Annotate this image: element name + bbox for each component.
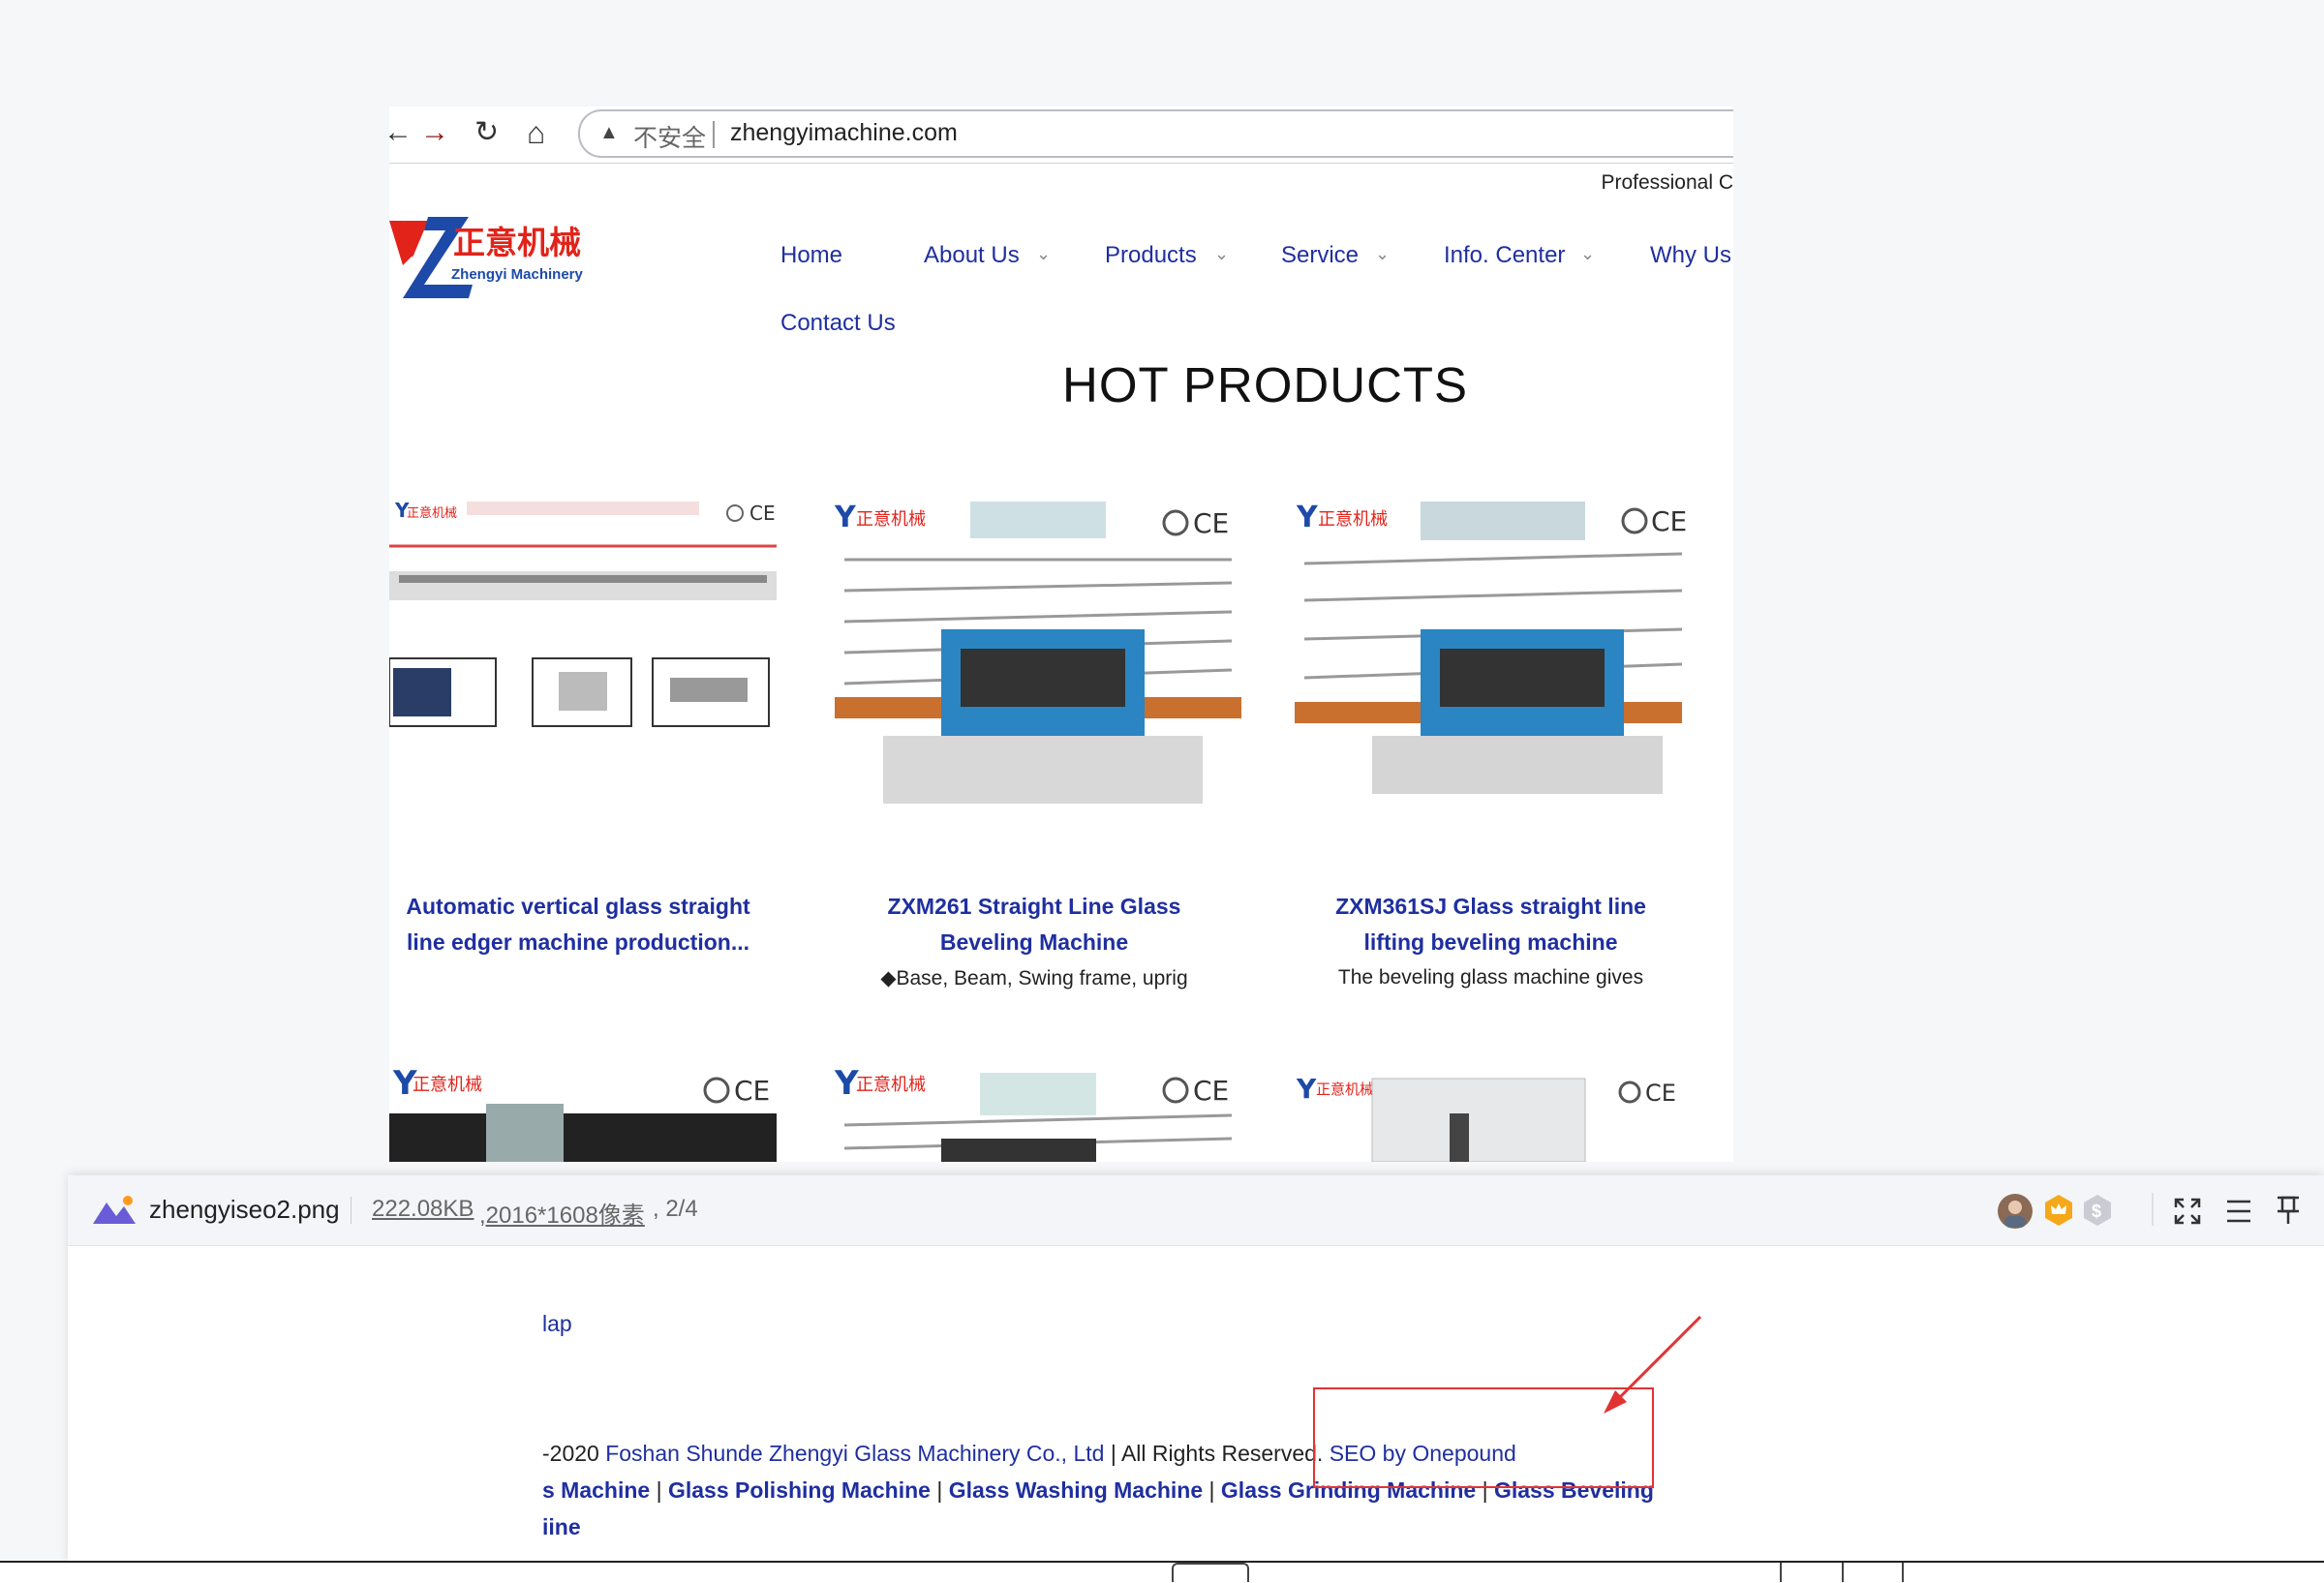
forward-button[interactable]: → — [420, 118, 449, 147]
home-button[interactable]: ⌂ — [527, 117, 545, 148]
product-title-2-line2[interactable]: Beveling Machine — [825, 925, 1243, 960]
product-image-6[interactable]: Y 正意机械 CE — [1285, 959, 1697, 1162]
product-title-1-line1[interactable]: Automatic vertical glass straight — [389, 889, 767, 925]
os-taskbar-strip — [0, 1561, 2324, 1583]
viewer-filesize[interactable]: 222.08KB — [372, 1196, 474, 1223]
back-button[interactable]: ← — [389, 118, 413, 147]
site-tagline: Professional C — [1601, 171, 1733, 194]
product-image-3[interactable]: Y 正意机械 CE — [1285, 494, 1697, 842]
svg-text:正意机械: 正意机械 — [856, 1075, 926, 1095]
svg-text:CE: CE — [1651, 505, 1687, 537]
menu-icon[interactable] — [2225, 1199, 2252, 1224]
nav-service[interactable]: Service — [1281, 242, 1359, 269]
svg-text:正意机械: 正意机械 — [407, 505, 457, 521]
website-screenshot: ← → ↻ ⌂ ▲ 不安全 zhengyimachine.com Profess… — [389, 107, 1733, 1162]
image-viewer-window: zhengyiseo2.png 222.08KB ,2016*1608像素 , … — [68, 1175, 2324, 1563]
keyword-link[interactable]: Glass Washing Machine — [949, 1477, 1203, 1503]
keyword-separator: | — [656, 1477, 662, 1503]
viewer-dimensions[interactable]: ,2016*1608像素 — [479, 1196, 645, 1230]
url-divider — [713, 121, 715, 148]
coin-badge-icon[interactable]: $ — [2082, 1193, 2113, 1228]
avatar-icon[interactable] — [1997, 1193, 2034, 1230]
image-viewer-logo-icon — [93, 1196, 136, 1224]
taskbar-divider — [1902, 1563, 1904, 1582]
address-bar[interactable]: ▲ 不安全 zhengyimachine.com — [578, 109, 1733, 158]
taskbar-tab[interactable] — [1172, 1563, 1249, 1582]
svg-text:Y: Y — [1296, 501, 1319, 534]
svg-text:CE: CE — [734, 1075, 770, 1107]
svg-text:正意机械: 正意机械 — [856, 509, 926, 530]
product-title-2-line1[interactable]: ZXM261 Straight Line Glass — [825, 889, 1243, 925]
fullscreen-icon[interactable] — [2173, 1197, 2202, 1226]
chevron-down-icon[interactable]: ⌄ — [1214, 244, 1229, 264]
nav-why-us[interactable]: Why Us — [1650, 242, 1731, 269]
rights-text: | All Rights Reserved. — [1104, 1441, 1330, 1466]
company-link[interactable]: Foshan Shunde Zhengyi Glass Machinery Co… — [605, 1441, 1104, 1466]
chevron-down-icon[interactable]: ⌄ — [1580, 244, 1595, 264]
logo-chinese-text: 正意机械 — [453, 224, 581, 261]
header-divider — [2152, 1193, 2154, 1226]
nav-info-center[interactable]: Info. Center — [1444, 242, 1565, 269]
product-image-2[interactable]: Y 正意机械 CE — [825, 494, 1243, 842]
company-logo[interactable]: 正意机械 Zhengyi Machinery — [389, 215, 597, 300]
partial-sitemap-link[interactable]: lap — [542, 1311, 572, 1337]
product-title-3-line2[interactable]: lifting beveling machine — [1285, 925, 1697, 960]
svg-text:正意机械: 正意机械 — [413, 1075, 482, 1095]
url-text[interactable]: zhengyimachine.com — [730, 119, 958, 147]
viewer-page-index: , 2/4 — [653, 1196, 698, 1222]
chevron-down-icon[interactable]: ⌄ — [1036, 244, 1051, 264]
svg-text:CE: CE — [749, 502, 776, 525]
product-image-4[interactable]: Y 正意机械 CE — [389, 959, 777, 1162]
toolbar-divider — [389, 163, 1733, 164]
chevron-down-icon[interactable]: ⌄ — [1375, 244, 1390, 264]
reload-button[interactable]: ↻ — [474, 118, 499, 147]
product-title-3-line1[interactable]: ZXM361SJ Glass straight line — [1285, 889, 1697, 925]
nav-about-us[interactable]: About Us — [924, 242, 1020, 269]
viewer-filename: zhengyiseo2.png — [149, 1195, 340, 1224]
product-image-5[interactable]: Y 正意机械 CE — [825, 959, 1243, 1162]
svg-text:CE: CE — [1645, 1080, 1676, 1107]
annotation-highlight-box — [1313, 1387, 1654, 1488]
nav-products[interactable]: Products — [1105, 242, 1197, 269]
svg-text:CE: CE — [1193, 1075, 1229, 1107]
svg-text:CE: CE — [1193, 507, 1229, 539]
nav-home[interactable]: Home — [780, 242, 842, 269]
taskbar-divider — [1842, 1563, 1844, 1582]
svg-text:正意机械: 正意机械 — [1316, 1081, 1374, 1098]
product-title-2[interactable]: ZXM261 Straight Line Glass Beveling Mach… — [825, 889, 1243, 960]
taskbar-divider — [1780, 1563, 1782, 1582]
product-image-1[interactable]: Y 正意机械 CE — [389, 494, 777, 842]
product-title-3[interactable]: ZXM361SJ Glass straight line lifting bev… — [1285, 889, 1697, 960]
product-title-1[interactable]: Automatic vertical glass straight line e… — [389, 889, 767, 960]
pin-icon[interactable] — [2276, 1195, 2301, 1226]
warning-triangle-icon: ▲ — [599, 122, 619, 143]
keyword-separator: | — [936, 1477, 943, 1503]
nav-contact-us[interactable]: Contact Us — [780, 310, 896, 337]
footer-keywords-continued[interactable]: iine — [542, 1514, 581, 1540]
svg-text:Y: Y — [1296, 1073, 1317, 1105]
svg-text:Y: Y — [834, 501, 857, 534]
keyword-link[interactable]: Glass Polishing Machine — [668, 1477, 931, 1503]
header-divider — [351, 1197, 352, 1224]
hot-products-heading: HOT PRODUCTS — [1062, 357, 1469, 412]
viewer-header: zhengyiseo2.png 222.08KB ,2016*1608像素 , … — [68, 1175, 2324, 1246]
product-title-1-line2[interactable]: line edger machine production... — [389, 925, 767, 960]
copyright-year: -2020 — [542, 1441, 606, 1466]
svg-text:$: $ — [2092, 1202, 2101, 1221]
keyword-link[interactable]: s Machine — [542, 1477, 650, 1503]
browser-toolbar: ← → ↻ ⌂ ▲ 不安全 zhengyimachine.com — [389, 107, 1733, 161]
not-secure-label[interactable]: 不安全 — [633, 119, 706, 154]
svg-text:正意机械: 正意机械 — [1318, 509, 1388, 530]
keyword-separator: | — [1208, 1477, 1215, 1503]
logo-english-text: Zhengyi Machinery — [451, 266, 584, 283]
crown-badge-icon[interactable] — [2043, 1193, 2074, 1228]
